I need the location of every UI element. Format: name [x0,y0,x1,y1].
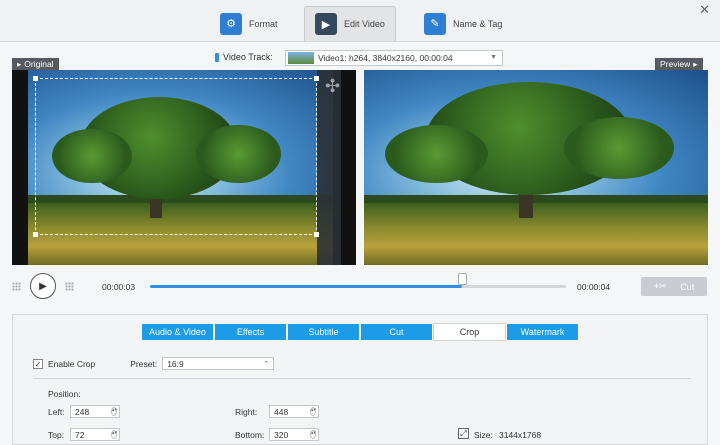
tab-effects[interactable]: Effects [214,323,287,341]
right-label: Right: [235,407,258,417]
tab-watermark-label: Watermark [520,327,565,337]
play-button[interactable]: ▶ [30,273,56,299]
left-value: 248 [75,406,90,417]
tab-edit-video[interactable]: ▶ Edit Video [304,6,396,41]
video-track-icon [215,52,219,62]
tab-name-tag[interactable]: ✎ Name & Tag [424,6,502,41]
edit-tabs: Audio & Video Effects Subtitle Cut Crop … [141,323,579,341]
original-side-strip [317,70,341,265]
enable-crop-label: Enable Crop [48,358,96,369]
stepper-icon[interactable]: ▴▾ [310,430,316,439]
format-icon: ⚙ [220,12,242,35]
original-preview: ✣ [12,70,356,265]
size-value: 3144x1768 [499,430,542,440]
crop-handle-bottom-left[interactable] [33,232,38,237]
tab-subtitle[interactable]: Subtitle [287,323,360,341]
output-preview [364,70,708,265]
tab-format-label: Format [249,18,278,29]
tab-cut[interactable]: Cut [360,323,433,341]
crop-size-icon: ⤢ [458,428,469,439]
stepper-icon[interactable]: ▴▾ [111,430,117,439]
bottom-input[interactable]: 320 ▴▾ [269,428,319,441]
video-track-value: Video1: h264, 3840x2160, 00:00:04 [318,53,453,63]
original-label: ▸ Original [12,58,59,70]
top-value: 72 [75,429,85,440]
stepper-icon[interactable]: ▴▾ [310,407,316,416]
tab-crop[interactable]: Crop [433,323,506,341]
video-track-row: Video Track: Video1: h264, 3840x2160, 00… [0,50,720,66]
chevron-updown-icon: ⌃ [263,360,270,368]
tab-format[interactable]: ⚙ Format [220,6,278,41]
preset-label: Preset: [130,358,158,369]
close-icon[interactable]: ✕ [699,2,710,18]
cut-button[interactable]: +✂ Cut [641,277,707,296]
edit-panel: Audio & Video Effects Subtitle Cut Crop … [12,314,708,445]
video-track-select[interactable]: Video1: h264, 3840x2160, 00:00:04 ▼ [285,50,503,66]
timeline-progress [150,285,462,288]
video-track-label-text: Video Track: [223,52,273,62]
cut-button-label: Cut [680,281,695,292]
position-label: Position: [48,389,81,399]
top-input[interactable]: 72 ▴▾ [70,428,120,441]
original-label-text: Original [24,59,54,69]
preview-label-text: Preview [660,59,691,69]
bottom-label: Bottom: [235,430,265,440]
bottom-value: 320 [274,429,289,440]
right-value: 448 [274,406,289,417]
timeline-slider[interactable] [150,273,566,288]
video-track-label: Video Track: [215,52,273,62]
size-label: Size: [474,430,493,440]
chevron-down-icon: ▼ [490,54,497,61]
section-divider [33,378,691,379]
enable-crop-checkbox[interactable]: ✓ [33,358,43,369]
current-time: 00:00:03 [102,282,136,292]
tab-audio-video-label: Audio & Video [149,327,206,337]
tab-watermark[interactable]: Watermark [506,323,579,341]
top-tab-bar: ⚙ Format ▶ Edit Video ✎ Name & Tag ✕ [0,0,720,42]
tab-edit-video-label: Edit Video [344,19,385,29]
crop-anchor-icon: ✣ [325,76,341,96]
video-track-thumbnail [288,52,314,64]
play-icon: ▶ [39,280,47,292]
play-triangle-icon: ▸ [693,58,698,69]
stepper-icon[interactable]: ▴▾ [111,407,117,416]
preset-select[interactable]: 16:9 ⌃ [162,357,275,370]
top-label: Top: [48,430,65,440]
total-time: 00:00:04 [577,282,611,292]
timeline-knob[interactable] [458,273,467,285]
playback-bar: ▶ 00:00:03 00:00:04 +✂ Cut [0,270,720,304]
crop-rectangle[interactable] [33,76,319,237]
crop-handle-top-right[interactable] [314,76,319,81]
tab-name-tag-label: Name & Tag [453,18,503,29]
play-triangle-icon: ▸ [17,58,22,69]
tab-audio-video[interactable]: Audio & Video [141,323,214,341]
right-input[interactable]: 448 ▴▾ [269,405,319,418]
crop-handle-bottom-right[interactable] [314,232,319,237]
tab-crop-label: Crop [459,327,480,337]
tab-subtitle-label: Subtitle [308,327,339,337]
name-tag-icon: ✎ [424,12,446,35]
edit-video-icon: ▶ [315,13,337,35]
crop-handle-top-left[interactable] [33,76,38,81]
preset-value: 16:9 [167,358,184,369]
left-label: Left: [48,407,65,417]
grip-right-icon [65,282,74,291]
preview-label: Preview ▸ [655,58,703,70]
tab-cut-label: Cut [389,327,404,337]
left-input[interactable]: 248 ▴▾ [70,405,120,418]
crop-options-row: ✓ Enable Crop Preset: 16:9 ⌃ [33,357,275,370]
scissors-icon: +✂ [653,281,667,291]
grip-left-icon [12,282,21,291]
tab-effects-label: Effects [236,327,265,337]
